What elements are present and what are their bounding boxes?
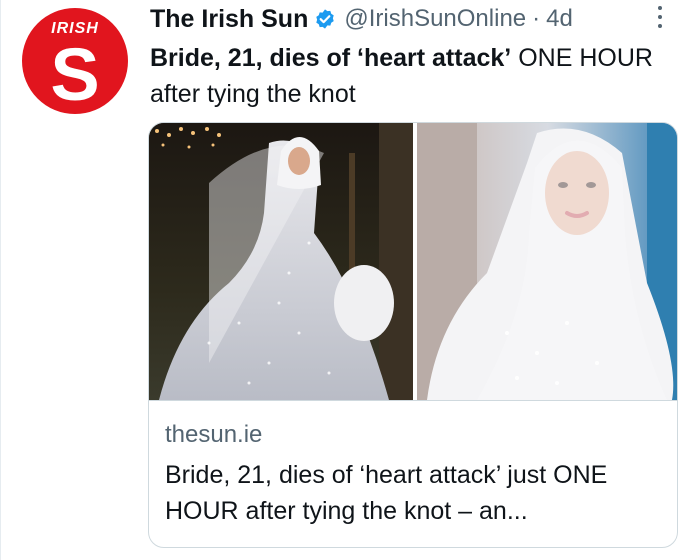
link-card[interactable]: thesun.ie Bride, 21, dies of ‘heart atta… [148,122,678,548]
card-images[interactable] [149,123,677,400]
avatar-label: IRISH [51,20,99,37]
divider [0,0,1,560]
tweet-text: Bride, 21, dies of ‘heart attack’ ONE HO… [150,40,670,112]
card-title[interactable]: Bride, 21, dies of ‘heart attack’ just O… [165,457,665,529]
verified-badge-icon [316,9,335,29]
avatar[interactable]: IRISH S [22,8,128,114]
account-handle[interactable]: @IrishSunOnline [344,5,526,33]
tweet[interactable]: IRISH S The Irish Sun @IrishSunOnline · … [0,0,700,560]
card-image-left[interactable] [149,123,413,400]
tweet-text-bold: Bride, 21, dies of ‘heart attack’ [150,44,512,72]
account-name[interactable]: The Irish Sun [150,5,308,34]
tweet-timestamp[interactable]: 4d [546,5,573,33]
avatar-logo-icon: S [50,38,99,108]
separator-dot: · [532,5,541,32]
avatar-letter: S [50,38,99,108]
card-image-right[interactable] [417,123,677,400]
card-body[interactable]: thesun.ie Bride, 21, dies of ‘heart atta… [149,400,677,547]
tweet-header: The Irish Sun @IrishSunOnline · 4d [150,2,573,36]
more-options-icon[interactable] [655,6,665,34]
card-domain: thesun.ie [165,421,263,448]
